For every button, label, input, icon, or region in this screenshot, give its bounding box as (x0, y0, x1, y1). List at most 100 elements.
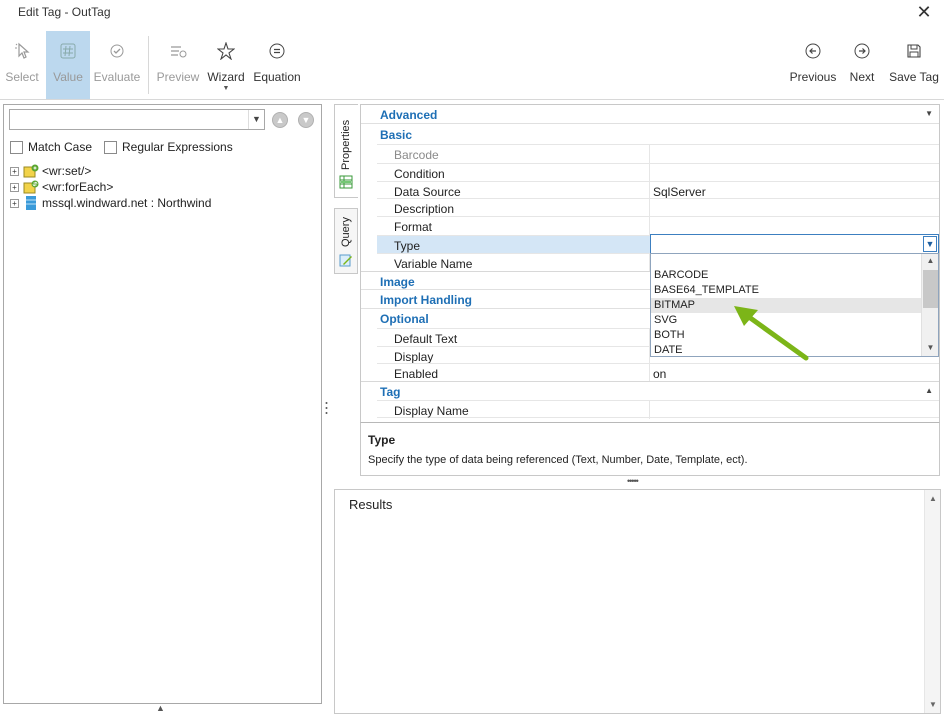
results-title: Results (349, 497, 393, 512)
chevron-down-icon: ▼ (222, 85, 230, 92)
regex-label: Regular Expressions (122, 140, 233, 154)
search-down-button[interactable]: ▼ (298, 112, 314, 128)
toolbar-separator (148, 36, 149, 94)
chevron-up-icon[interactable]: ▲ (925, 494, 941, 503)
results-pane: Results ▲ ▼ (334, 489, 941, 714)
search-input[interactable] (10, 110, 246, 129)
tree-item-label: <wr:set/> (42, 164, 92, 178)
expand-icon[interactable]: + (10, 182, 19, 192)
results-scrollbar[interactable]: ▲ ▼ (924, 490, 940, 713)
tree-item-label: <wr:forEach> (42, 180, 114, 194)
tag-set-icon (23, 164, 39, 178)
property-name: Data Source (394, 185, 461, 199)
category-label: Advanced (380, 108, 438, 122)
chevron-up-icon[interactable]: ▲ (922, 256, 939, 265)
side-tabs: Properties Query (334, 104, 358, 274)
wizard-button[interactable]: Wizard ▼ (205, 31, 247, 99)
category-basic[interactable]: Basic (361, 125, 939, 144)
tag-foreach-icon (23, 180, 39, 194)
checkbox-box[interactable] (10, 140, 23, 154)
arrow-right-circle-icon (845, 41, 879, 61)
category-label: Image (380, 275, 415, 289)
category-label: Tag (380, 385, 401, 399)
title-bar: Edit Tag - OutTag ✕ (0, 0, 944, 26)
tree-item[interactable]: + <wr:forEach> (10, 179, 211, 195)
property-name: Description (394, 202, 455, 216)
previous-button[interactable]: Previous (789, 31, 837, 99)
property-value[interactable]: on (653, 367, 666, 381)
select-button[interactable]: Select (0, 31, 44, 99)
tab-query[interactable]: Query (334, 208, 358, 274)
property-name: Display Name (394, 404, 469, 418)
select-label: Select (5, 70, 39, 84)
property-type[interactable]: Type (377, 235, 651, 253)
wizard-label: Wizard (207, 70, 245, 84)
expand-icon[interactable]: + (10, 166, 19, 176)
regex-checkbox[interactable]: Regular Expressions (104, 140, 233, 154)
scrollbar-thumb[interactable] (923, 270, 938, 308)
wizard-star-icon (205, 41, 247, 61)
property-format[interactable]: Format (377, 216, 939, 235)
tab-properties-label: Properties (340, 119, 352, 170)
type-value-combobox[interactable]: ▼ (650, 234, 939, 254)
preview-label: Preview (156, 70, 200, 84)
property-data-source[interactable]: Data Source SqlServer (377, 181, 939, 200)
property-name: Default Text (394, 332, 458, 346)
chevron-down-icon[interactable]: ▼ (248, 110, 264, 129)
match-case-label: Match Case (28, 140, 93, 154)
close-icon[interactable]: ✕ (914, 2, 934, 23)
description-title: Type (368, 433, 396, 447)
property-condition[interactable]: Condition (377, 163, 939, 182)
splitter-grip[interactable] (325, 400, 328, 416)
tab-properties[interactable]: Properties (334, 104, 358, 198)
save-tag-label: Save Tag (889, 70, 939, 84)
property-name: Condition (394, 167, 445, 181)
properties-grid-icon (339, 175, 353, 192)
chevron-down-icon[interactable]: ▼ (925, 109, 933, 118)
value-button[interactable]: Value (46, 31, 90, 99)
dropdown-option[interactable]: BASE64_TEMPLATE (651, 283, 921, 298)
dropdown-option[interactable]: BARCODE (651, 268, 921, 283)
property-name: Barcode (394, 148, 439, 162)
chevron-down-icon[interactable]: ▼ (923, 236, 937, 252)
equation-button[interactable]: Equation (252, 31, 302, 99)
property-display-name[interactable]: Display Name (377, 400, 939, 419)
category-tag[interactable]: Tag ▲ (361, 381, 939, 400)
property-barcode[interactable]: Barcode (377, 144, 939, 163)
search-combobox[interactable]: ▼ (9, 109, 265, 130)
chevron-down-icon[interactable]: ▼ (922, 343, 939, 352)
checkbox-box[interactable] (104, 140, 117, 154)
property-description[interactable]: Description (377, 198, 939, 217)
chevron-up-icon[interactable]: ▲ (925, 386, 933, 395)
data-tree-panel: ▼ ▲ ▼ Match Case Regular Expressions + <… (3, 104, 322, 704)
evaluate-label: Evaluate (93, 70, 141, 84)
chevron-down-icon[interactable]: ▼ (925, 700, 941, 709)
next-button[interactable]: Next (845, 31, 879, 99)
property-value[interactable]: SqlServer (653, 185, 706, 199)
dropdown-scrollbar[interactable]: ▲ ▼ (921, 254, 938, 356)
preview-icon (155, 41, 201, 61)
next-label: Next (849, 70, 875, 84)
property-enabled[interactable]: Enabled on (377, 363, 939, 382)
chevron-up-icon[interactable]: ▲ (156, 703, 165, 713)
previous-label: Previous (789, 70, 837, 84)
save-tag-button[interactable]: Save Tag (888, 31, 940, 99)
match-case-checkbox[interactable]: Match Case (10, 140, 92, 154)
query-pencil-icon (339, 253, 353, 270)
evaluate-button[interactable]: Evaluate (92, 31, 142, 99)
splitter-grip[interactable]: ••••• (627, 476, 639, 486)
description-pane: Type Specify the type of data being refe… (360, 422, 940, 476)
category-label: Import Handling (380, 293, 472, 307)
tree-item-label: mssql.windward.net : Northwind (42, 196, 212, 210)
category-advanced[interactable]: Advanced ▼ (361, 105, 939, 124)
property-name: Enabled (394, 367, 439, 381)
preview-button[interactable]: Preview (155, 31, 201, 99)
expand-icon[interactable]: + (10, 198, 19, 208)
tree-item[interactable]: + <wr:set/> (10, 163, 211, 179)
data-tree: + <wr:set/> + <wr:forEach> + mssql.windw… (10, 163, 211, 211)
cursor-icon (0, 41, 44, 61)
hash-icon (46, 41, 90, 61)
tree-item[interactable]: + mssql.windward.net : Northwind (10, 195, 211, 211)
pointer-arrow-icon (734, 306, 809, 361)
search-up-button[interactable]: ▲ (272, 112, 288, 128)
